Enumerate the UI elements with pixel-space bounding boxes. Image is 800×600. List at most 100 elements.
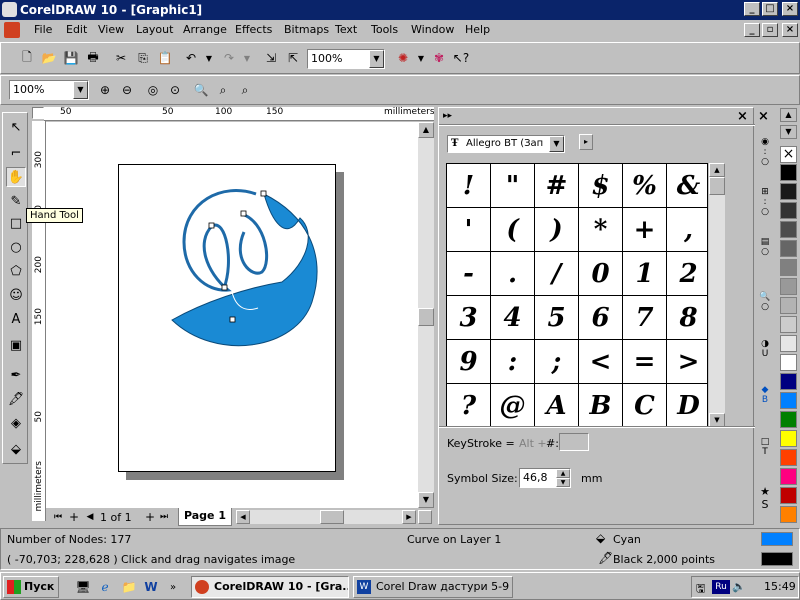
docker-tabs-close-icon[interactable]: × xyxy=(758,109,769,124)
glyph-cell[interactable]: > xyxy=(667,340,707,384)
glyph-cell[interactable]: 0 xyxy=(579,252,623,296)
glyph-cell[interactable]: 1 xyxy=(623,252,667,296)
horizontal-scrollbar[interactable]: ◀ ▶ xyxy=(236,510,416,524)
launcher-dropdown-icon[interactable]: ▼ xyxy=(413,50,429,66)
color-swatch[interactable] xyxy=(780,183,797,200)
glyph-cell[interactable]: + xyxy=(623,208,667,252)
glyph-cell[interactable]: ' xyxy=(447,208,491,252)
save-icon[interactable]: 💾 xyxy=(63,50,79,66)
last-page-icon[interactable]: ⏭ xyxy=(156,509,172,525)
glyph-cell[interactable]: . xyxy=(491,252,535,296)
interactive-fill-icon[interactable]: ▣ xyxy=(6,335,26,355)
glyph-cell[interactable]: # xyxy=(535,164,579,208)
outline-tool-icon[interactable]: 🖋 xyxy=(6,389,26,409)
basic-shapes-icon[interactable]: ☺ xyxy=(6,285,26,305)
paste-icon[interactable]: 📋 xyxy=(157,50,173,66)
symbol-scroll-thumb[interactable] xyxy=(709,177,725,195)
application-launcher-icon[interactable]: ✺ xyxy=(395,50,411,66)
color-swatch[interactable] xyxy=(780,430,797,447)
redo-icon[interactable]: ↷ xyxy=(221,50,237,66)
zoom-combo-top[interactable]: 100% ▼ xyxy=(307,49,385,69)
glyph-cell[interactable]: 9 xyxy=(447,340,491,384)
glyph-cell[interactable]: 4 xyxy=(491,296,535,340)
chevron-down-icon[interactable]: ▼ xyxy=(369,50,384,68)
menu-view[interactable]: View xyxy=(98,20,124,40)
tray-app-icon[interactable]: 🖫 xyxy=(696,580,705,599)
glyph-cell[interactable]: * xyxy=(579,208,623,252)
scroll-up-icon[interactable]: ▲ xyxy=(418,122,434,138)
doc-minimize-button[interactable]: _ xyxy=(744,23,760,37)
keystroke-field[interactable] xyxy=(559,433,589,451)
color-swatch[interactable] xyxy=(780,506,797,523)
corel-online-icon[interactable]: ✾ xyxy=(431,50,447,66)
glyph-cell[interactable]: ? xyxy=(447,384,491,426)
drawing-canvas[interactable] xyxy=(46,122,418,508)
color-swatch[interactable] xyxy=(780,468,797,485)
task-word-doc[interactable]: W Corel Draw дастури 5-9 - ... xyxy=(353,576,513,598)
color-swatch[interactable] xyxy=(780,221,797,238)
chevron-down-icon[interactable]: ▼ xyxy=(73,81,88,99)
outline-color-swatch[interactable] xyxy=(761,552,793,566)
open-icon[interactable]: 📂 xyxy=(41,50,57,66)
menu-bitmaps[interactable]: Bitmaps xyxy=(284,20,329,40)
vertical-ruler[interactable]: 300 250 200 150 50 millimeters xyxy=(32,121,46,521)
symbol-size-field[interactable]: 46,8 ▲ ▼ xyxy=(519,468,571,488)
color-swatch[interactable] xyxy=(780,164,797,181)
hand-tool-icon[interactable]: ✋ xyxy=(6,167,26,187)
glyph-cell[interactable]: C xyxy=(623,384,667,426)
docker-tab-6[interactable]: ◆ B xyxy=(757,385,773,425)
doc-close-button[interactable]: × xyxy=(782,23,798,37)
glyph-cell[interactable]: 2 xyxy=(667,252,707,296)
fill-color-swatch[interactable] xyxy=(761,532,793,546)
ruler-corner[interactable] xyxy=(32,107,44,119)
glyph-cell[interactable]: " xyxy=(491,164,535,208)
color-swatch[interactable] xyxy=(780,373,797,390)
start-button[interactable]: Пуск xyxy=(3,576,59,598)
color-swatch[interactable] xyxy=(780,449,797,466)
ie-icon[interactable]: ℯ xyxy=(97,579,113,595)
zoom-selected-icon[interactable]: ◎ xyxy=(145,82,161,98)
scroll-down-icon[interactable]: ▼ xyxy=(418,492,434,508)
symbol-grid[interactable]: ! " # $% & '() * +, -./0 1 2 3 4 5 6 7 8 9:; < = >? @ A B C D xyxy=(446,163,708,427)
glyph-cell[interactable]: ; xyxy=(535,340,579,384)
zoom-height-icon[interactable]: ⌕ xyxy=(237,82,253,98)
color-swatch[interactable] xyxy=(780,202,797,219)
glyph-cell[interactable]: 7 xyxy=(623,296,667,340)
navigator-button[interactable] xyxy=(418,510,432,524)
palette-scroll-up-icon[interactable]: ▲ xyxy=(780,108,797,122)
menu-effects[interactable]: Effects xyxy=(235,20,272,40)
scroll-right-icon[interactable]: ▶ xyxy=(402,510,416,524)
new-icon[interactable]: 🗋 xyxy=(19,50,35,66)
docker-tab-3[interactable]: ▤ ○ xyxy=(757,237,773,277)
scroll-left-icon[interactable]: ◀ xyxy=(236,510,250,524)
minimize-button[interactable]: _ xyxy=(744,2,760,16)
horizontal-ruler[interactable]: 50 50 100 150 millimeters xyxy=(44,107,434,121)
glyph-cell[interactable]: D xyxy=(667,384,707,426)
menu-edit[interactable]: Edit xyxy=(66,20,87,40)
zoom-combo-view[interactable]: 100% ▼ xyxy=(9,80,89,100)
print-icon[interactable]: 🖶 xyxy=(85,50,101,66)
scroll-thumb[interactable] xyxy=(418,308,434,326)
maximize-button[interactable]: □ xyxy=(762,2,778,16)
no-color-swatch[interactable]: × xyxy=(780,146,797,163)
scroll-down-icon[interactable]: ▼ xyxy=(709,413,725,427)
word-icon[interactable]: W xyxy=(143,579,159,595)
volume-icon[interactable]: 🔈 xyxy=(732,580,746,593)
ellipse-tool-icon[interactable]: ○ xyxy=(6,237,26,257)
freehand-tool-icon[interactable]: ✎ xyxy=(6,191,26,211)
vertical-scrollbar[interactable]: ▲ ▼ xyxy=(418,122,434,508)
interactive-tools-icon[interactable]: ⬙ xyxy=(6,439,26,459)
docker-tab-symbols[interactable]: ★ S xyxy=(757,485,773,525)
explorer-icon[interactable]: 📁 xyxy=(121,579,137,595)
color-swatch[interactable] xyxy=(780,240,797,257)
desktop-icon[interactable]: 🖥 xyxy=(75,579,91,595)
copy-icon[interactable]: ⎘ xyxy=(135,50,151,66)
menu-text[interactable]: Text xyxy=(335,20,357,40)
color-swatch[interactable] xyxy=(780,354,797,371)
export-icon[interactable]: ⇱ xyxy=(285,50,301,66)
palette-scroll-down-icon[interactable]: ▼ xyxy=(780,125,797,139)
menu-file[interactable]: File xyxy=(34,20,52,40)
undo-icon[interactable]: ↶ xyxy=(183,50,199,66)
color-swatch[interactable] xyxy=(780,487,797,504)
polygon-tool-icon[interactable]: ⬠ xyxy=(6,261,26,281)
